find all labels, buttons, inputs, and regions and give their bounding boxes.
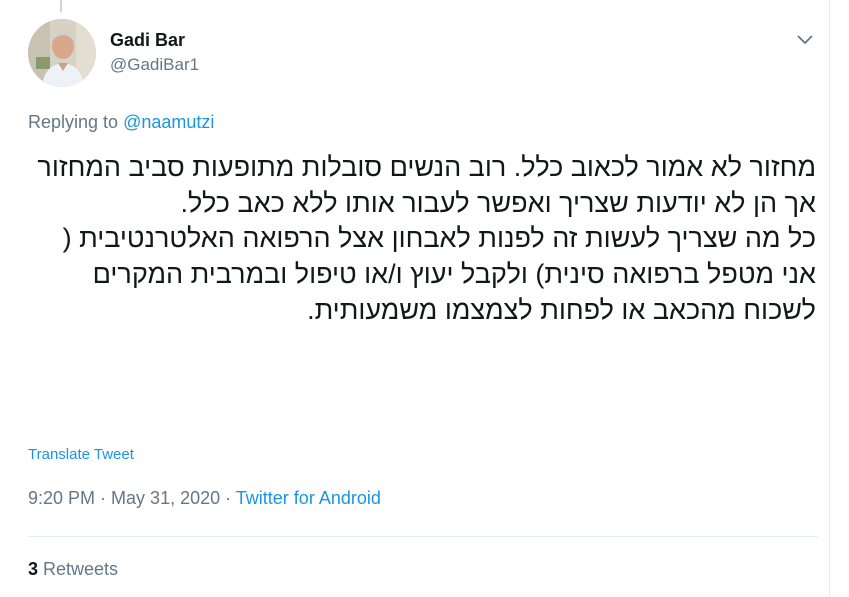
tweet-header: Gadi Bar @GadiBar1 (28, 19, 818, 89)
tweet-source-link[interactable]: Twitter for Android (236, 488, 381, 508)
display-name[interactable]: Gadi Bar (110, 29, 199, 51)
tweet-meta: 9:20 PM · May 31, 2020 · Twitter for And… (28, 488, 381, 509)
avatar[interactable] (28, 19, 96, 87)
thread-connector-line (60, 0, 62, 12)
replying-to-prefix: Replying to (28, 112, 124, 132)
user-handle[interactable]: @GadiBar1 (110, 53, 199, 77)
tweet-text: מחזור לא אמור לכאוב כלל. רוב הנשים סובלו… (37, 152, 816, 325)
replying-to-link[interactable]: @naamutzi (123, 112, 214, 132)
replying-to: Replying to @naamutzi (28, 112, 214, 133)
tweet-menu-button[interactable] (792, 27, 818, 53)
column-border (829, 0, 830, 597)
retweets-stat[interactable]: 3 Retweets (28, 559, 118, 580)
retweets-count: 3 (28, 559, 39, 579)
meta-separator: · (95, 488, 112, 508)
meta-separator: · (220, 488, 236, 508)
tweet-date[interactable]: May 31, 2020 (111, 488, 220, 508)
tweet-time[interactable]: 9:20 PM (28, 488, 95, 508)
chevron-down-icon (797, 35, 813, 44)
retweets-label: Retweets (38, 559, 119, 579)
divider (28, 536, 818, 537)
avatar-photo (28, 19, 96, 87)
translate-tweet-link[interactable]: Translate Tweet (28, 446, 134, 463)
